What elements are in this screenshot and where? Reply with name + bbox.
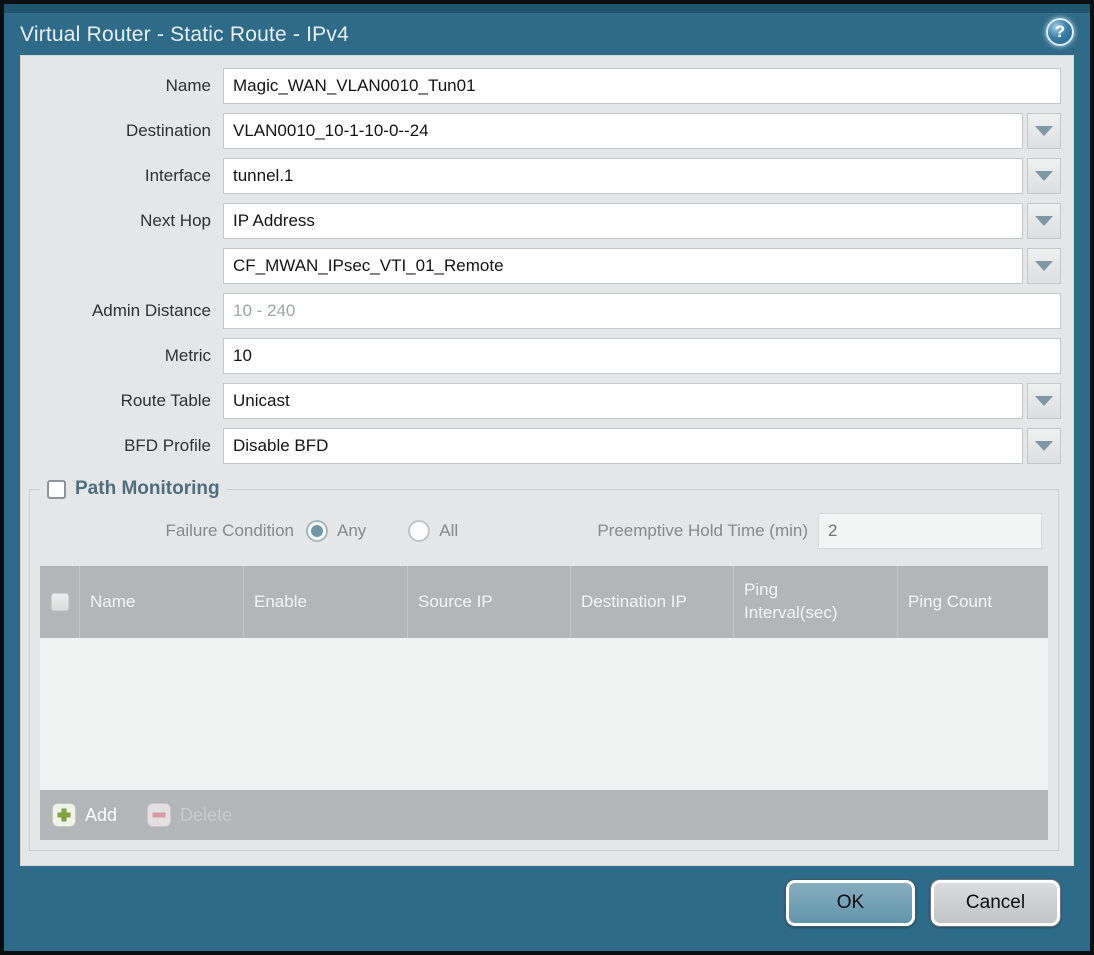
chevron-down-icon: [1035, 396, 1053, 406]
select-all-checkbox[interactable]: [50, 593, 69, 611]
metric-row: Metric: [27, 338, 1061, 374]
name-row: Name: [27, 68, 1061, 104]
path-monitoring-checkbox[interactable]: [47, 479, 66, 499]
path-monitoring-title: Path Monitoring: [75, 478, 220, 499]
failure-condition-any-label: Any: [337, 521, 367, 540]
name-input[interactable]: [223, 68, 1061, 104]
select-all-cell: [40, 566, 80, 638]
destination-input[interactable]: [223, 113, 1023, 149]
admin-distance-label: Admin Distance: [91, 301, 211, 320]
next-hop-row: Next Hop: [27, 203, 1061, 239]
name-label: Name: [165, 76, 211, 95]
interface-label: Interface: [144, 166, 211, 185]
path-monitoring-legend: Path Monitoring: [40, 478, 227, 500]
cancel-button[interactable]: Cancel: [931, 880, 1060, 926]
bfd-profile-dropdown-button[interactable]: [1027, 428, 1061, 464]
next-hop-address-dropdown-button[interactable]: [1027, 248, 1061, 284]
next-hop-address-input[interactable]: [223, 248, 1023, 284]
next-hop-label: Next Hop: [140, 211, 211, 230]
route-table-input[interactable]: [223, 383, 1023, 419]
admin-distance-row: Admin Distance: [27, 293, 1061, 329]
next-hop-address-row: [27, 248, 1061, 284]
column-header-destination-ip[interactable]: Destination IP: [571, 566, 734, 638]
interface-input[interactable]: [223, 158, 1023, 194]
interface-row: Interface: [27, 158, 1061, 194]
next-hop-address-spacer: [27, 248, 223, 284]
column-header-ping-count[interactable]: Ping Count: [898, 566, 1048, 638]
route-table-dropdown-button[interactable]: [1027, 383, 1061, 419]
chevron-down-icon: [1035, 441, 1053, 451]
next-hop-type-input[interactable]: [223, 203, 1023, 239]
chevron-down-icon: [1035, 126, 1053, 136]
ok-button[interactable]: OK: [786, 880, 915, 926]
add-button[interactable]: Add: [52, 803, 117, 827]
admin-distance-input[interactable]: [223, 293, 1061, 329]
dialog-footer: OK Cancel: [4, 866, 1090, 951]
chevron-down-icon: [1035, 171, 1053, 181]
interface-dropdown-button[interactable]: [1027, 158, 1061, 194]
column-header-ping-interval[interactable]: Ping Interval(sec): [734, 566, 898, 638]
minus-icon: [147, 803, 172, 827]
failure-condition-label: Failure Condition: [165, 521, 294, 540]
failure-condition-row: Failure Condition Any All Preemptive Hol…: [38, 506, 1046, 556]
next-hop-dropdown-button[interactable]: [1027, 203, 1061, 239]
preemptive-hold-time-input[interactable]: [818, 513, 1042, 549]
path-monitoring-section: Path Monitoring Failure Condition Any Al…: [29, 478, 1059, 851]
titlebar: Virtual Router - Static Route - IPv4 ?: [4, 4, 1090, 55]
delete-button-label: Delete: [180, 804, 233, 825]
bfd-profile-input[interactable]: [223, 428, 1023, 464]
delete-button[interactable]: Delete: [147, 803, 232, 827]
route-table-row: Route Table: [27, 383, 1061, 419]
chevron-down-icon: [1035, 261, 1053, 271]
column-header-enable[interactable]: Enable: [244, 566, 408, 638]
destination-label: Destination: [125, 121, 211, 140]
plus-icon: [52, 803, 76, 827]
static-route-dialog: Virtual Router - Static Route - IPv4 ? N…: [0, 0, 1094, 955]
add-button-label: Add: [85, 804, 118, 825]
bfd-profile-row: BFD Profile: [27, 428, 1061, 464]
help-icon[interactable]: ?: [1046, 18, 1074, 46]
path-monitoring-table: Name Enable Source IP Destination IP Pin…: [40, 566, 1048, 840]
destination-row: Destination: [27, 113, 1061, 149]
bfd-profile-label: BFD Profile: [124, 436, 211, 455]
failure-condition-any-radio[interactable]: [306, 520, 328, 542]
chevron-down-icon: [1035, 216, 1053, 226]
destination-dropdown-button[interactable]: [1027, 113, 1061, 149]
failure-condition-all-radio[interactable]: [408, 520, 431, 542]
table-toolbar: Add Delete: [40, 790, 1048, 840]
column-header-name[interactable]: Name: [80, 566, 244, 638]
table-header: Name Enable Source IP Destination IP Pin…: [40, 566, 1048, 638]
preemptive-hold-time-label: Preemptive Hold Time (min): [597, 521, 808, 540]
dialog-title: Virtual Router - Static Route - IPv4: [20, 23, 349, 46]
failure-condition-all-label: All: [439, 521, 459, 540]
table-body-empty: [40, 638, 1048, 790]
metric-label: Metric: [164, 346, 211, 365]
column-header-source-ip[interactable]: Source IP: [408, 566, 571, 638]
dialog-content: Name Destination Interface Next Hop: [20, 55, 1074, 866]
route-table-label: Route Table: [120, 391, 211, 410]
metric-input[interactable]: [223, 338, 1061, 374]
